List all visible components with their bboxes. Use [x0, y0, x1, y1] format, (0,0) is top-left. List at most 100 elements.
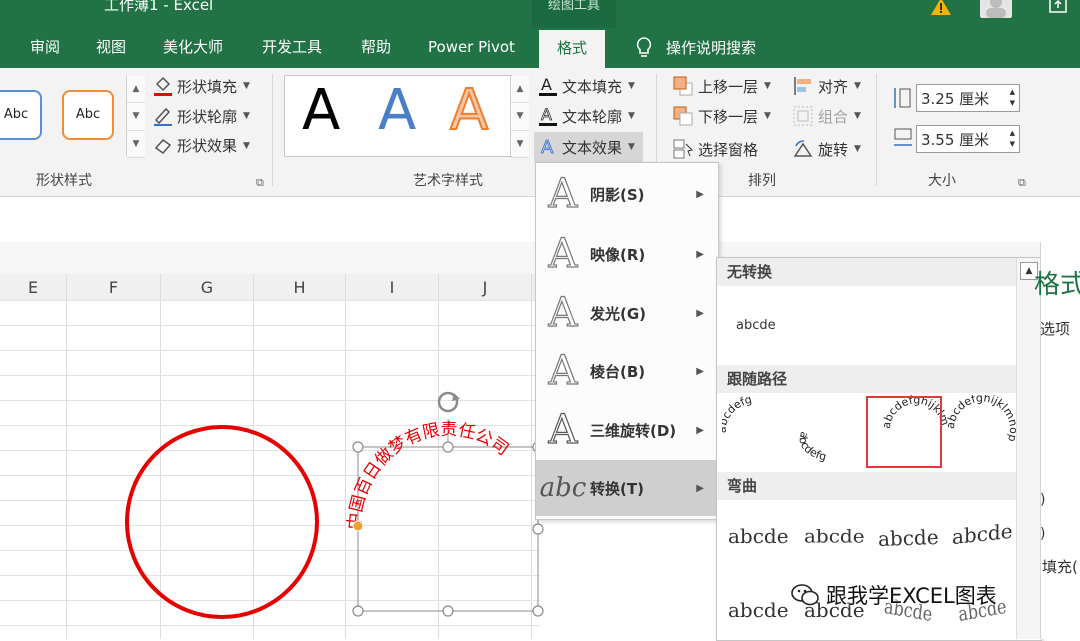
format-shape-pane	[1040, 242, 1080, 639]
column-header-j[interactable]: J	[439, 274, 531, 300]
shape-styles-dialog-launcher-icon[interactable]: ⧉	[256, 176, 264, 190]
submenu-arrow-icon: ▶	[696, 307, 704, 319]
grid-line	[66, 274, 67, 639]
menu-item-3d-rotation[interactable]: A 三维旋转(D) ▶	[536, 402, 716, 458]
shape-fill-button[interactable]: 形状填充 ▼	[153, 75, 250, 97]
shape-effects-icon	[154, 138, 172, 154]
follow-path-button[interactable]: abcdefghijklmnop	[944, 395, 1016, 443]
menu-item-shadow[interactable]: A 阴影(S) ▶	[536, 166, 716, 222]
no-transform-option[interactable]: abcde	[736, 318, 776, 333]
shape-styles-gallery-scroll[interactable]: ▲ ▼ ▼	[126, 76, 145, 159]
no-transform-header: 无转换	[717, 258, 1017, 286]
wordart-arc-shape[interactable]: 中国百日做梦有限责任公司	[340, 385, 550, 625]
warp-option-stop[interactable]: abcde	[804, 525, 865, 547]
menu-item-glow[interactable]: A 发光(G) ▶	[536, 285, 716, 341]
group-button[interactable]: 组合 ▼	[792, 105, 861, 127]
reflection-effect-icon: A	[548, 230, 578, 277]
warp-option-ring-inside[interactable]: abcde	[728, 598, 789, 622]
wordart-styles-group-label: 艺术字样式	[413, 173, 483, 189]
glow-effect-icon: A	[548, 289, 578, 336]
selection-pane-button[interactable]: 选择窗格	[672, 138, 758, 160]
text-outline-button[interactable]: A 文本轮廓 ▼	[538, 105, 635, 127]
menu-item-reflection[interactable]: A 映像(R) ▶	[536, 226, 716, 282]
text-effects-button[interactable]: A 文本效果 ▼	[534, 132, 643, 162]
ribbon-separator	[272, 74, 273, 186]
tab-power-pivot[interactable]: Power Pivot	[428, 28, 515, 68]
red-circle-shape[interactable]	[120, 420, 325, 625]
warning-icon[interactable]	[930, 0, 952, 20]
shape-height-input[interactable]: 3.25 厘米 ▲ ▼	[916, 84, 1020, 112]
tab-format[interactable]: 格式	[539, 30, 606, 68]
send-backward-icon	[673, 106, 693, 126]
ribbon-display-icon[interactable]	[1048, 0, 1068, 18]
column-header-e[interactable]: E	[0, 274, 66, 300]
warp-option-plain[interactable]: abcde	[728, 524, 789, 548]
size-dialog-launcher-icon[interactable]: ⧉	[1018, 176, 1026, 190]
submenu-arrow-icon: ▶	[696, 365, 704, 377]
shape-effects-button[interactable]: 形状效果 ▼	[153, 135, 250, 156]
column-header-i[interactable]: I	[346, 274, 438, 300]
resize-handle	[352, 441, 364, 453]
selection-pane-icon	[673, 139, 693, 159]
bevel-effect-icon: A	[548, 347, 578, 394]
shape-style-orange-outline[interactable]: Abc	[62, 90, 114, 140]
watermark: 跟我学EXCEL图表	[790, 580, 997, 610]
svg-text:A: A	[541, 75, 552, 94]
wordart-style-black[interactable]: A	[302, 78, 340, 143]
warp-option-triangle[interactable]: abcde	[878, 525, 939, 551]
width-spinner[interactable]: ▲ ▼	[1010, 128, 1015, 150]
size-group-label: 大小	[928, 173, 956, 189]
menu-item-transform[interactable]: abc 转换(T) ▶	[536, 460, 716, 516]
wordart-gallery-scroll[interactable]: ▲ ▼ ▼	[510, 76, 529, 159]
height-spinner[interactable]: ▲ ▼	[1010, 87, 1015, 109]
rotate-button[interactable]: 旋转 ▼	[792, 138, 861, 160]
rotate-handle-icon	[437, 391, 460, 413]
warp-header: 弯曲	[717, 472, 1017, 500]
send-backward-button[interactable]: 下移一层 ▼	[672, 105, 771, 127]
wordart-arc-text: 中国百日做梦有限责任公司	[345, 420, 513, 531]
shape-outline-button[interactable]: 形状轮廓 ▼	[153, 105, 250, 127]
shadow-effect-icon: A	[548, 170, 578, 217]
ribbon-separator	[876, 74, 877, 186]
submenu-arrow-icon: ▶	[696, 248, 704, 260]
svg-text:A: A	[541, 137, 554, 158]
submenu-arrow-icon: ▶	[696, 482, 704, 494]
shape-width-input[interactable]: 3.55 厘米 ▲ ▼	[916, 125, 1020, 153]
tab-beautify-master[interactable]: 美化大师	[163, 28, 223, 68]
tab-help[interactable]: 帮助	[361, 28, 391, 68]
resize-handle	[532, 605, 544, 617]
text-fill-icon: A	[539, 75, 557, 96]
align-icon	[794, 77, 811, 95]
tab-developer[interactable]: 开发工具	[262, 28, 322, 68]
wordart-style-blue[interactable]: A	[378, 78, 416, 143]
column-header-h[interactable]: H	[254, 274, 345, 300]
text-effects-icon: A	[541, 137, 555, 158]
column-header-f[interactable]: F	[67, 274, 160, 300]
format-pane-title: 格式	[1034, 270, 1080, 300]
align-button[interactable]: 对齐 ▼	[792, 75, 861, 97]
format-pane-paren: )	[1040, 526, 1046, 542]
group-icon	[793, 106, 813, 126]
window-title: 工作薄1 - Excel	[104, 0, 214, 14]
column-header-g[interactable]: G	[161, 274, 253, 300]
text-fill-button[interactable]: A 文本填充 ▼	[538, 75, 635, 97]
tab-review[interactable]: 审阅	[30, 28, 60, 68]
3d-rotation-effect-icon: A	[548, 406, 578, 453]
transform-submenu-scrollbar[interactable]: ▲	[1016, 258, 1041, 639]
grid-line	[0, 350, 540, 351]
tab-view[interactable]: 视图	[96, 28, 126, 68]
pencil-icon	[154, 107, 172, 126]
tell-me-search[interactable]: 操作说明搜索	[636, 28, 756, 68]
follow-path-arch-up[interactable]: abcdefg	[722, 395, 753, 433]
shape-style-blue-outline[interactable]: Abc	[0, 90, 42, 140]
format-pane-options-tab[interactable]: 选项	[1040, 318, 1070, 339]
user-avatar[interactable]	[980, 0, 1012, 18]
svg-text:A: A	[541, 105, 552, 124]
resize-handle	[442, 605, 454, 617]
resize-handle	[352, 605, 364, 617]
wordart-style-orange-outline[interactable]: A	[449, 77, 489, 144]
follow-path-arch-down[interactable]: abcdefg	[796, 430, 827, 464]
format-pane-fill-option[interactable]: 填充(	[1042, 556, 1078, 577]
menu-item-bevel[interactable]: A 棱台(B) ▶	[536, 343, 716, 399]
bring-forward-button[interactable]: 上移一层 ▼	[672, 75, 771, 97]
